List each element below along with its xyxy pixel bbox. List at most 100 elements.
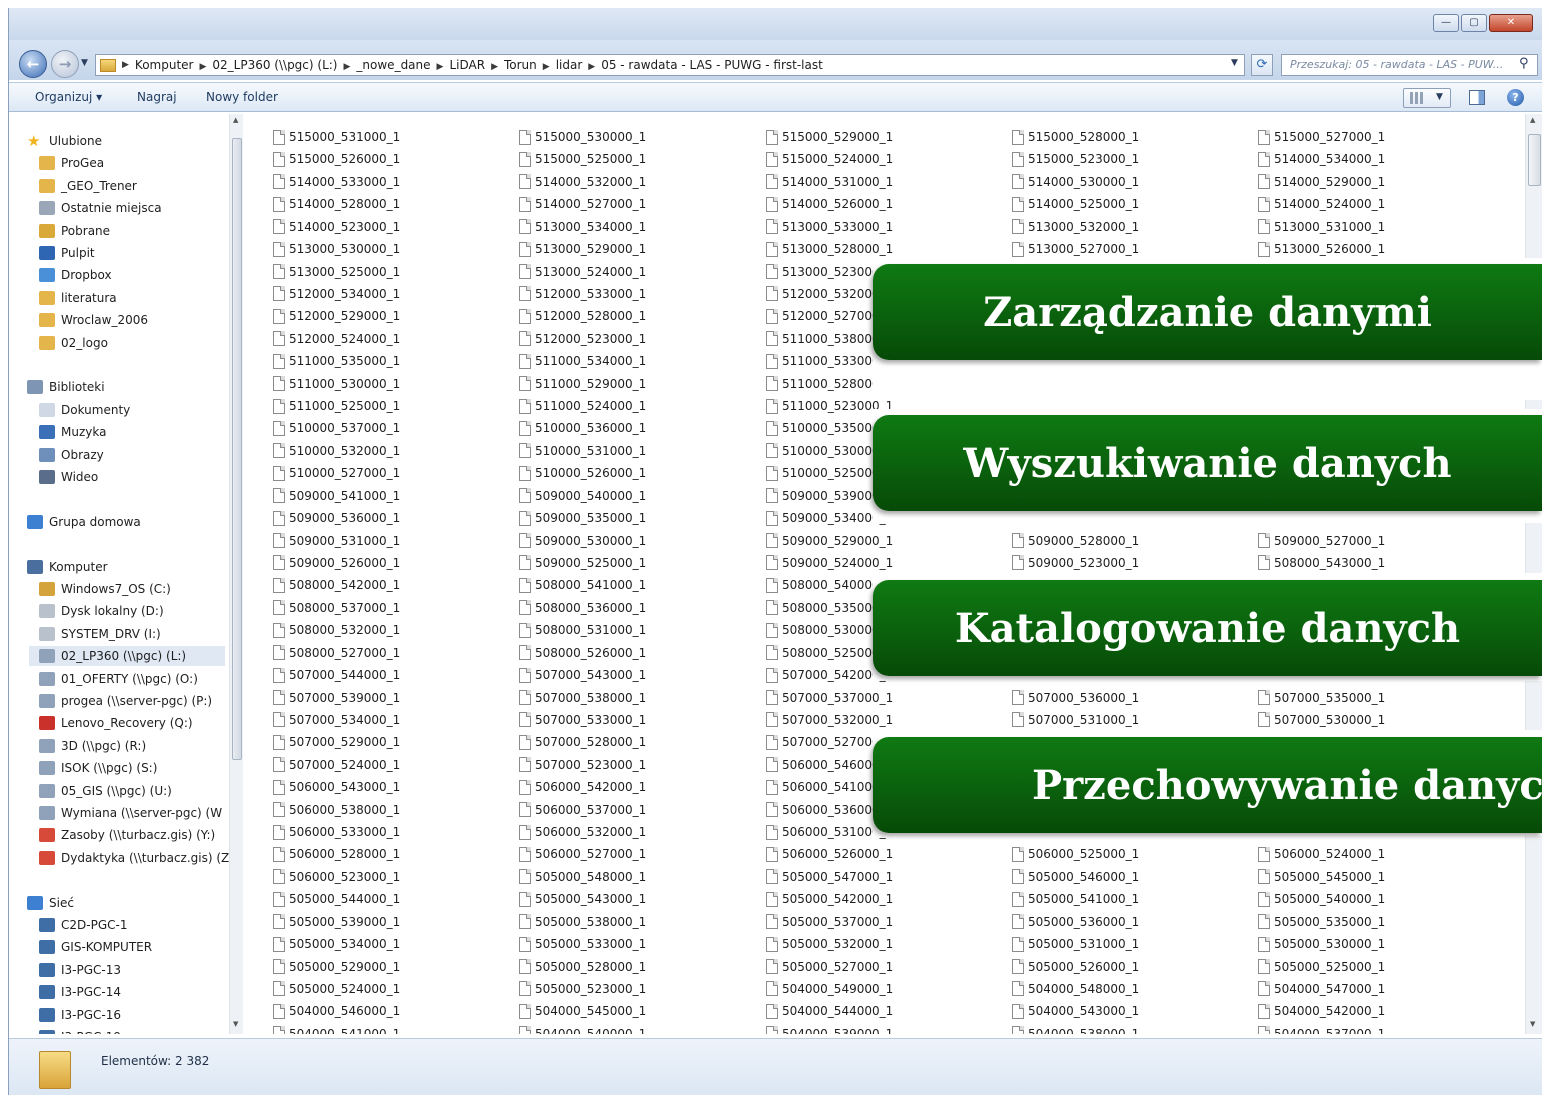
file-item[interactable]: 505000_541000_1	[1012, 889, 1139, 909]
file-item[interactable]: 507000_539000_1	[273, 688, 400, 708]
file-item[interactable]: 505000_528000_1	[519, 957, 646, 977]
sidebar-item[interactable]: Grupa domowa	[27, 512, 141, 532]
scroll-down-icon[interactable]: ▼	[233, 1020, 238, 1028]
breadcrumb-item[interactable]: 05 - rawdata - LAS - PUWG - first-last	[601, 58, 823, 72]
file-item[interactable]: 507000_524000_1	[273, 755, 400, 775]
file-item[interactable]: 505000_527000_1	[766, 957, 893, 977]
file-item[interactable]: 506000_537000_1	[519, 800, 646, 820]
file-item[interactable]: 505000_523000_1	[519, 979, 646, 999]
search-input[interactable]: Przeszukaj: 05 - rawdata - LAS - PUW...	[1281, 54, 1538, 76]
file-item[interactable]: 507000_538000_1	[519, 688, 646, 708]
file-item[interactable]: 510000_536000_1	[519, 418, 646, 438]
file-item[interactable]: 514000_525000_1	[1012, 194, 1139, 214]
file-item[interactable]: 510000_527000_1	[273, 463, 400, 483]
file-item[interactable]: 504000_537000_1	[1258, 1024, 1385, 1034]
file-item[interactable]: 511000_535000_1	[273, 351, 400, 371]
file-item[interactable]: 515000_529000_1	[766, 127, 893, 147]
help-icon[interactable]: ?	[1507, 89, 1524, 106]
search-icon[interactable]: ⚲	[1519, 56, 1529, 71]
sidebar-item[interactable]: Muzyka	[39, 422, 106, 442]
file-item[interactable]: 504000_540000_1	[519, 1024, 646, 1034]
file-item[interactable]: 507000_531000_1	[1012, 710, 1139, 730]
sidebar-item[interactable]: Pulpit	[39, 243, 95, 263]
sidebar-item[interactable]: ISOK (\\pgc) (S:)	[39, 758, 157, 778]
file-item[interactable]: 514000_526000_1	[766, 194, 893, 214]
file-item[interactable]: 506000_524000_1	[1258, 844, 1385, 864]
file-item[interactable]: 513000_527000_1	[1012, 239, 1139, 259]
file-item[interactable]: 509000_527000_1	[1258, 531, 1385, 551]
sidebar-item[interactable]: 02_logo	[39, 333, 108, 353]
file-item[interactable]: 515000_526000_1	[273, 149, 400, 169]
breadcrumb-separator-icon[interactable]: ▶	[199, 62, 206, 72]
file-item[interactable]: 505000_531000_1	[1012, 934, 1139, 954]
sidebar-item[interactable]: Wroclaw_2006	[39, 310, 148, 330]
navigation-scrollbar[interactable]: ▲ ▼	[229, 114, 243, 1034]
sidebar-item[interactable]: Obrazy	[39, 445, 104, 465]
file-item[interactable]: 509000_541000_1	[273, 486, 400, 506]
file-item[interactable]: 505000_539000_1	[273, 912, 400, 932]
file-item[interactable]: 505000_546000_1	[1012, 867, 1139, 887]
file-item[interactable]: 513000_526000_1	[1258, 239, 1385, 259]
scroll-down-icon[interactable]: ▼	[1530, 1020, 1535, 1028]
sidebar-item[interactable]: I3-PGC-14	[39, 982, 121, 1002]
file-item[interactable]: 505000_542000_1	[766, 889, 893, 909]
file-item[interactable]: 513000_525000_1	[273, 262, 400, 282]
breadcrumb-item[interactable]: _nowe_dane	[356, 58, 430, 72]
file-item[interactable]: 504000_548000_1	[1012, 979, 1139, 999]
file-item[interactable]: 507000_523000_1	[519, 755, 646, 775]
file-item[interactable]: 506000_528000_1	[273, 844, 400, 864]
sidebar-item[interactable]: Dokumenty	[39, 400, 130, 420]
sidebar-item[interactable]: Zasoby (\\turbacz.gis) (Y:)	[39, 825, 215, 845]
file-item[interactable]: 505000_530000_1	[1258, 934, 1385, 954]
recent-pages-chevron-icon[interactable]: ▼	[81, 58, 88, 68]
file-item[interactable]: 505000_532000_1	[766, 934, 893, 954]
file-item[interactable]: 505000_525000_1	[1258, 957, 1385, 977]
file-item[interactable]: 513000_532000_1	[1012, 217, 1139, 237]
new-folder-button[interactable]: Nowy folder	[206, 90, 278, 104]
sidebar-item[interactable]: I3-PGC-19	[39, 1027, 121, 1034]
scroll-up-icon[interactable]: ▲	[233, 116, 238, 124]
file-item[interactable]: 514000_532000_1	[519, 172, 646, 192]
file-item[interactable]: 506000_526000_1	[766, 844, 893, 864]
maximize-button[interactable]: ▢	[1461, 14, 1487, 32]
sidebar-item[interactable]: literatura	[39, 288, 117, 308]
sidebar-item[interactable]: Pobrane	[39, 221, 110, 241]
scroll-up-icon[interactable]: ▲	[1530, 116, 1535, 124]
file-item[interactable]: 508000_541000_1	[519, 575, 646, 595]
file-list-scroll-thumb[interactable]	[1528, 134, 1541, 186]
file-item[interactable]: 504000_545000_1	[519, 1001, 646, 1021]
file-item[interactable]: 511000_530000_1	[273, 374, 400, 394]
file-item[interactable]: 511000_529000_1	[519, 374, 646, 394]
sidebar-item[interactable]: ★ Ulubione	[27, 131, 102, 151]
sidebar-item[interactable]: Dysk lokalny (D:)	[39, 601, 164, 621]
file-item[interactable]: 514000_530000_1	[1012, 172, 1139, 192]
breadcrumb-item[interactable]: 02_LP360 (\\pgc) (L:)	[212, 58, 337, 72]
file-item[interactable]: 507000_536000_1	[1012, 688, 1139, 708]
file-item[interactable]: 514000_523000_1	[273, 217, 400, 237]
file-item[interactable]: 504000_547000_1	[1258, 979, 1385, 999]
file-item[interactable]: 513000_533000_1	[766, 217, 893, 237]
file-item[interactable]: 504000_544000_1	[766, 1001, 893, 1021]
file-item[interactable]: 505000_536000_1	[1012, 912, 1139, 932]
organize-button[interactable]: Organizuj ▾	[35, 90, 102, 104]
file-item[interactable]: 505000_544000_1	[273, 889, 400, 909]
file-item[interactable]: 509000_530000_1	[519, 531, 646, 551]
file-item[interactable]: 508000_526000_1	[519, 643, 646, 663]
sidebar-item[interactable]: GIS-KOMPUTER	[39, 937, 152, 957]
file-item[interactable]: 510000_537000_1	[273, 418, 400, 438]
file-item[interactable]: 515000_525000_1	[519, 149, 646, 169]
file-item[interactable]: 505000_543000_1	[519, 889, 646, 909]
file-item[interactable]: 513000_534000_1	[519, 217, 646, 237]
breadcrumb-separator-icon[interactable]: ▶	[344, 62, 351, 72]
file-item[interactable]: 504000_538000_1	[1012, 1024, 1139, 1034]
file-item[interactable]: 505000_533000_1	[519, 934, 646, 954]
refresh-button[interactable]: ⟳	[1251, 54, 1273, 76]
file-item[interactable]: 515000_531000_1	[273, 127, 400, 147]
file-item[interactable]: 513000_530000_1	[273, 239, 400, 259]
file-item[interactable]: 508000_542000_1	[273, 575, 400, 595]
sidebar-item[interactable]: 3D (\\pgc) (R:)	[39, 736, 146, 756]
file-item[interactable]: 507000_534000_1	[273, 710, 400, 730]
close-button[interactable]: ✕	[1489, 14, 1533, 32]
sidebar-item[interactable]: Lenovo_Recovery (Q:)	[39, 713, 193, 733]
file-item[interactable]: 507000_528000_1	[519, 732, 646, 752]
